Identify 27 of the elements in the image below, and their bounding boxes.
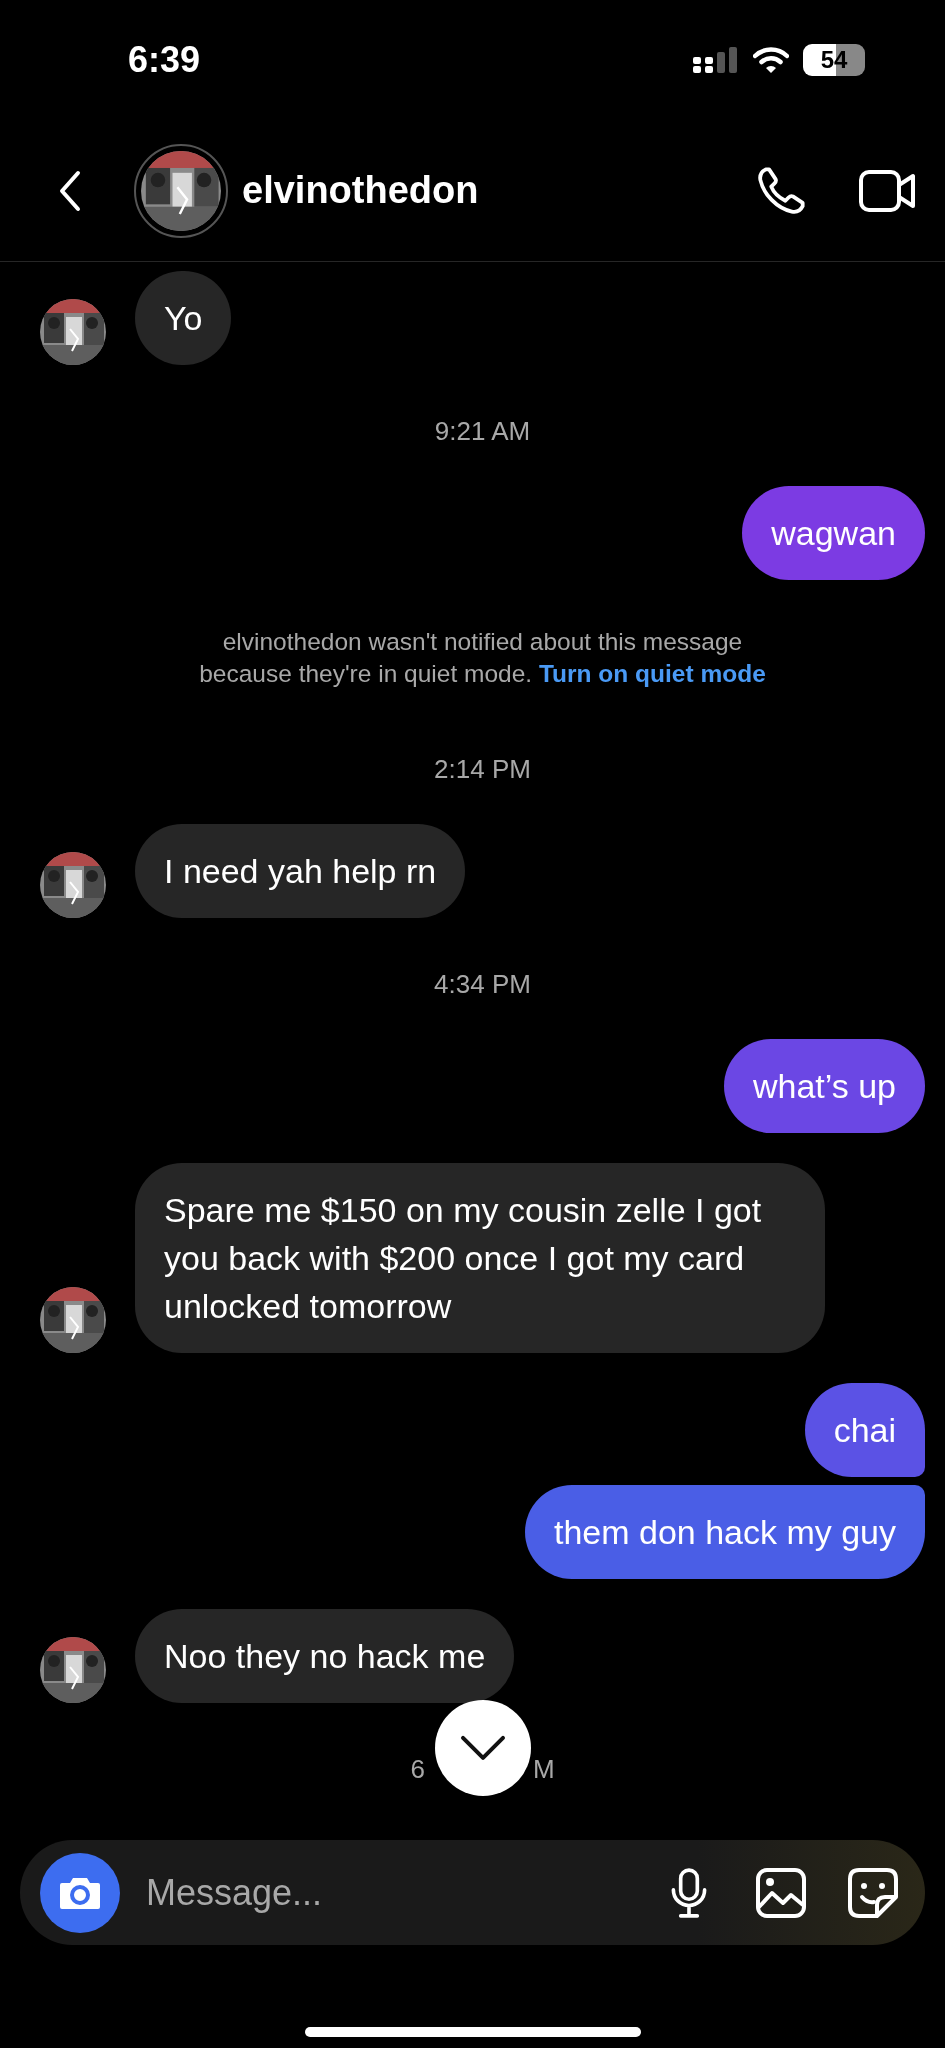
wifi-icon <box>753 47 789 73</box>
username[interactable]: elvinothedon <box>242 169 755 212</box>
message-bubble[interactable]: Noo they no hack me <box>135 1609 515 1703</box>
signal-icon <box>693 47 739 73</box>
timestamp: 2:14 PM <box>434 753 531 785</box>
timestamp: 9:21 AM <box>434 415 531 447</box>
quiet-mode-link[interactable]: Turn on quiet mode <box>538 660 766 687</box>
video-call-icon[interactable] <box>859 167 917 214</box>
timestamp: M <box>532 1753 555 1785</box>
avatar-ring[interactable] <box>134 143 228 238</box>
message-bubble[interactable]: wagwan <box>742 486 925 580</box>
timestamp: 4:34 PM <box>434 968 531 1000</box>
message-bubble[interactable]: Yo <box>135 271 232 365</box>
chevron-down-icon <box>458 1733 507 1762</box>
sticker-icon[interactable] <box>847 1866 899 1919</box>
message-input[interactable]: Message... <box>144 1870 623 1915</box>
message-bubble[interactable]: chai <box>804 1383 925 1477</box>
status-time: 6:39 <box>128 39 201 81</box>
quiet-mode-notice: elvinothedon wasn't notified about this message because they're in quiet mode. Turn on quiet mode <box>198 627 767 689</box>
battery-icon: 54 <box>803 44 865 76</box>
message-bubble[interactable]: I need yah help rn <box>135 824 466 918</box>
message-bubble[interactable]: Spare me $150 on my cousin zelle I got you back with $200 once I got my card unlocked tomorrow <box>135 1163 825 1353</box>
image-icon[interactable] <box>755 1866 807 1919</box>
timestamp: 6 <box>410 1753 425 1785</box>
phone-icon[interactable] <box>755 164 807 217</box>
message-bubble[interactable]: what’s up <box>723 1039 925 1133</box>
message-bubble[interactable]: them don hack my guy <box>524 1485 925 1579</box>
